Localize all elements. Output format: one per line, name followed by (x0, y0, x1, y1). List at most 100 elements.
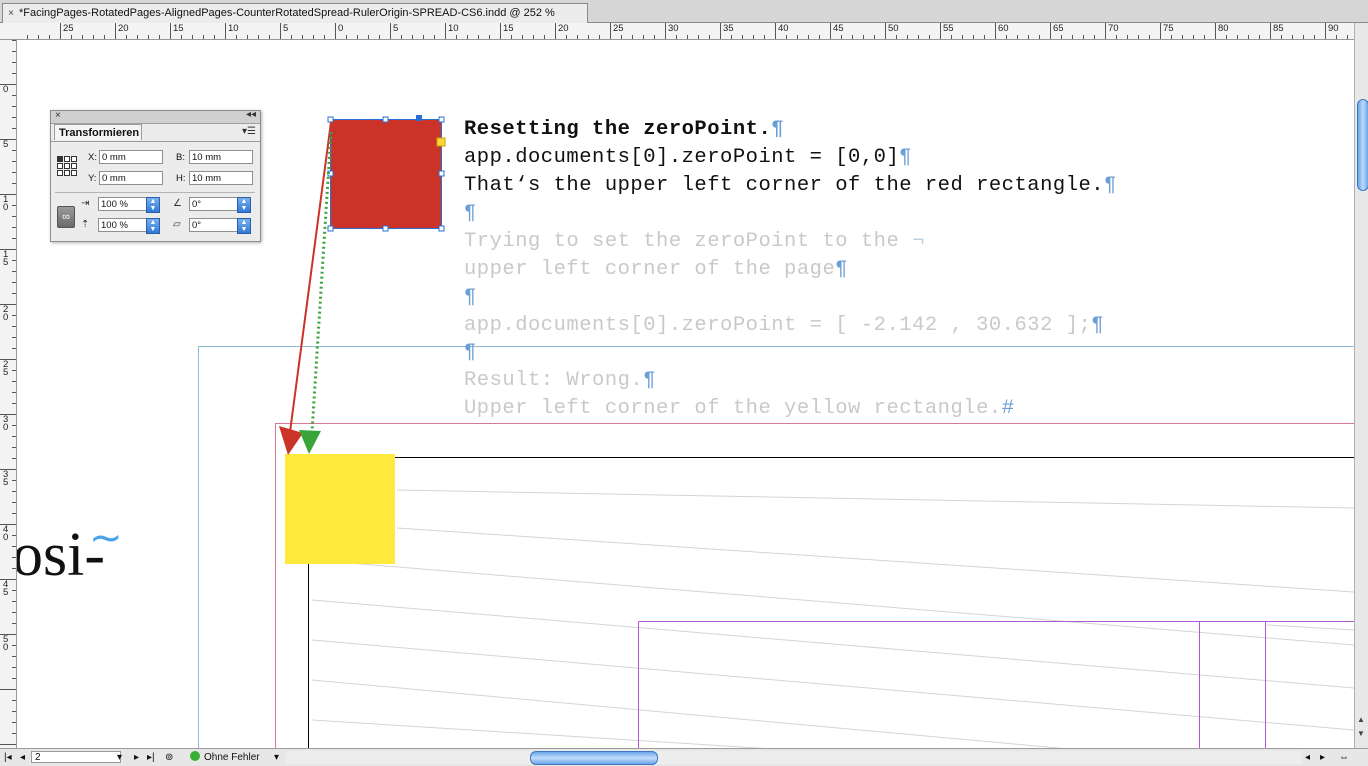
close-tab-icon[interactable]: × (3, 4, 19, 23)
scale-y-field[interactable]: 100 % ▲ ▼ (98, 218, 160, 234)
shear-angle-field[interactable]: 0° ▲ ▼ (189, 218, 251, 234)
rotated-baseline-grid (311, 489, 1354, 748)
text-line-heading[interactable]: Resetting the zeroPoint.¶ (464, 118, 784, 141)
ruler-label: 50 (3, 634, 9, 653)
scroll-up-icon[interactable]: ▲ (1357, 715, 1365, 724)
constrain-proportions-chain-icon[interactable]: ∞ (57, 206, 75, 228)
height-label: H: (176, 173, 186, 184)
ruler-label: 85 (1273, 23, 1284, 34)
width-field[interactable]: 10 mm (189, 150, 253, 164)
green-arrowhead (299, 430, 321, 454)
text-line-explanation[interactable]: That‘s the upper left corner of the red … (464, 174, 1117, 197)
ruler-label: 40 (3, 524, 9, 543)
panel-tab-transform[interactable]: Transformieren (54, 124, 142, 140)
x-position-field[interactable]: 0 mm (99, 150, 163, 164)
text-line-empty-2[interactable]: ¶ (464, 286, 477, 309)
height-field[interactable]: 10 mm (189, 171, 253, 185)
scale-x-stepper[interactable]: ▲ ▼ (146, 197, 160, 213)
ruler-label: 15 (503, 23, 514, 34)
ruler-label: 5 (393, 23, 399, 34)
previous-page-icon[interactable]: ◂ (20, 751, 25, 764)
ruler-label: 35 (723, 23, 734, 34)
preflight-ok-icon (190, 751, 200, 761)
ruler-label: 15 (173, 23, 184, 34)
page-boundary-red (275, 423, 1354, 748)
rotation-angle-field[interactable]: 0° ▲ ▼ (189, 197, 251, 213)
page-number-field[interactable]: 2 (31, 751, 121, 763)
panel-close-icon[interactable]: × (55, 110, 61, 121)
vertical-ruler[interactable]: 505101520253035404550 (0, 40, 17, 748)
ruler-label: 40 (778, 23, 789, 34)
ruler-label: 20 (558, 23, 569, 34)
split-view-icon[interactable]: ⇔ (1339, 751, 1349, 764)
first-page-icon[interactable]: |◂ (4, 751, 12, 764)
ruler-label: 25 (613, 23, 624, 34)
document-tab-title: *FacingPages-RotatedPages-AlignedPages-C… (19, 7, 555, 19)
open-page-icon[interactable]: ⊚ (165, 751, 173, 764)
out-port-handle (436, 137, 446, 147)
text-line-code-coords[interactable]: app.documents[0].zeroPoint = [ -2.142 , … (464, 314, 1104, 337)
shear-stepper[interactable]: ▲ ▼ (237, 218, 251, 234)
status-bar: |◂ ◂ 2 ▾ ▸ ▸| ⊚ Ohne Fehler ▾ ◂ ▸ ⇔ (0, 748, 1368, 766)
rotation-angle-icon: ∠ (173, 198, 182, 209)
ruler-label: 10 (448, 23, 459, 34)
content-grabber-handle (416, 115, 422, 121)
panel-title-bar[interactable]: × ◂◂ (51, 109, 260, 124)
vertical-scroll-thumb[interactable] (1357, 99, 1368, 191)
last-page-icon[interactable]: ▸| (147, 751, 155, 764)
ruler-label: 10 (3, 194, 9, 213)
next-page-icon[interactable]: ▸ (134, 751, 139, 764)
ruler-label: 90 (1328, 23, 1339, 34)
transform-panel[interactable]: × ◂◂ Transformieren ▾☰ X: 0 mm B: 10 mm … (50, 109, 261, 242)
reference-point-icon[interactable] (57, 156, 77, 176)
horizontal-ruler[interactable]: 25 20 15 10 5 0 5 10 15 20 25 30 35 40 45 50 55 60 65 70 75 8… (0, 23, 1354, 40)
scroll-right-icon[interactable]: ▸ (1320, 751, 1325, 764)
margin-guides (638, 621, 1354, 748)
y-position-field[interactable]: 0 mm (99, 171, 163, 185)
ruler-label: 65 (1053, 23, 1064, 34)
ruler-label: 15 (3, 249, 9, 268)
horizontal-scroll-thumb[interactable] (530, 751, 658, 765)
shear-angle-icon: ▱ (173, 219, 181, 230)
ruler-label: 35 (3, 469, 9, 488)
ruler-label: 5 (3, 139, 9, 150)
y-label: Y: (88, 173, 97, 184)
scroll-down-icon[interactable]: ▼ (1357, 729, 1365, 738)
ruler-label: 0 (3, 84, 9, 95)
scale-y-stepper[interactable]: ▲ ▼ (146, 218, 160, 234)
ruler-label: 5 (283, 23, 289, 34)
ruler-label: 20 (118, 23, 129, 34)
page-dropdown-icon[interactable]: ▾ (117, 751, 122, 764)
text-line-empty-3[interactable]: ¶ (464, 341, 477, 364)
document-tab-bar: × *FacingPages-RotatedPages-AlignedPages-… (0, 0, 1368, 23)
ruler-label: 25 (63, 23, 74, 34)
scale-x-field[interactable]: 100 % ▲ ▼ (98, 197, 160, 213)
yellow-rectangle (285, 454, 395, 564)
green-dotted-arrow (310, 131, 333, 433)
ruler-label: 75 (1163, 23, 1174, 34)
horizontal-scrollbar[interactable] (286, 751, 1302, 765)
hyphenation-marker: ~ (89, 515, 123, 561)
ruler-label: 60 (998, 23, 1009, 34)
text-line-result[interactable]: Result: Wrong.¶ (464, 369, 656, 392)
text-line-yellow-corner[interactable]: Upper left corner of the yellow rectangl… (464, 397, 1015, 420)
panel-collapse-icon[interactable]: ◂◂ (246, 109, 256, 120)
ruler-label: 55 (943, 23, 954, 34)
ruler-label: 10 (228, 23, 239, 34)
rotation-stepper[interactable]: ▲ ▼ (237, 197, 251, 213)
scale-y-icon: ⇡ (81, 219, 90, 230)
scroll-left-icon[interactable]: ◂ (1305, 751, 1310, 764)
vertical-scrollbar[interactable]: ▲ ▼ (1354, 23, 1368, 748)
scale-x-icon: ⇥ (81, 198, 90, 209)
panel-menu-icon[interactable]: ▾☰ (242, 126, 256, 137)
text-line-empty-1[interactable]: ¶ (464, 202, 477, 225)
preflight-status[interactable]: Ohne Fehler (190, 751, 260, 764)
text-line-code-zero[interactable]: app.documents[0].zeroPoint = [0,0]¶ (464, 146, 912, 169)
preflight-menu-icon[interactable]: ▾ (274, 751, 279, 764)
red-rectangle (330, 119, 442, 229)
document-tab[interactable]: × *FacingPages-RotatedPages-AlignedPages-… (2, 3, 588, 23)
ruler-label: 30 (3, 414, 9, 433)
panel-separator (55, 192, 255, 193)
text-line-page-corner[interactable]: upper left corner of the page¶ (464, 258, 848, 281)
text-line-trying[interactable]: Trying to set the zeroPoint to the ¬ (464, 230, 925, 253)
